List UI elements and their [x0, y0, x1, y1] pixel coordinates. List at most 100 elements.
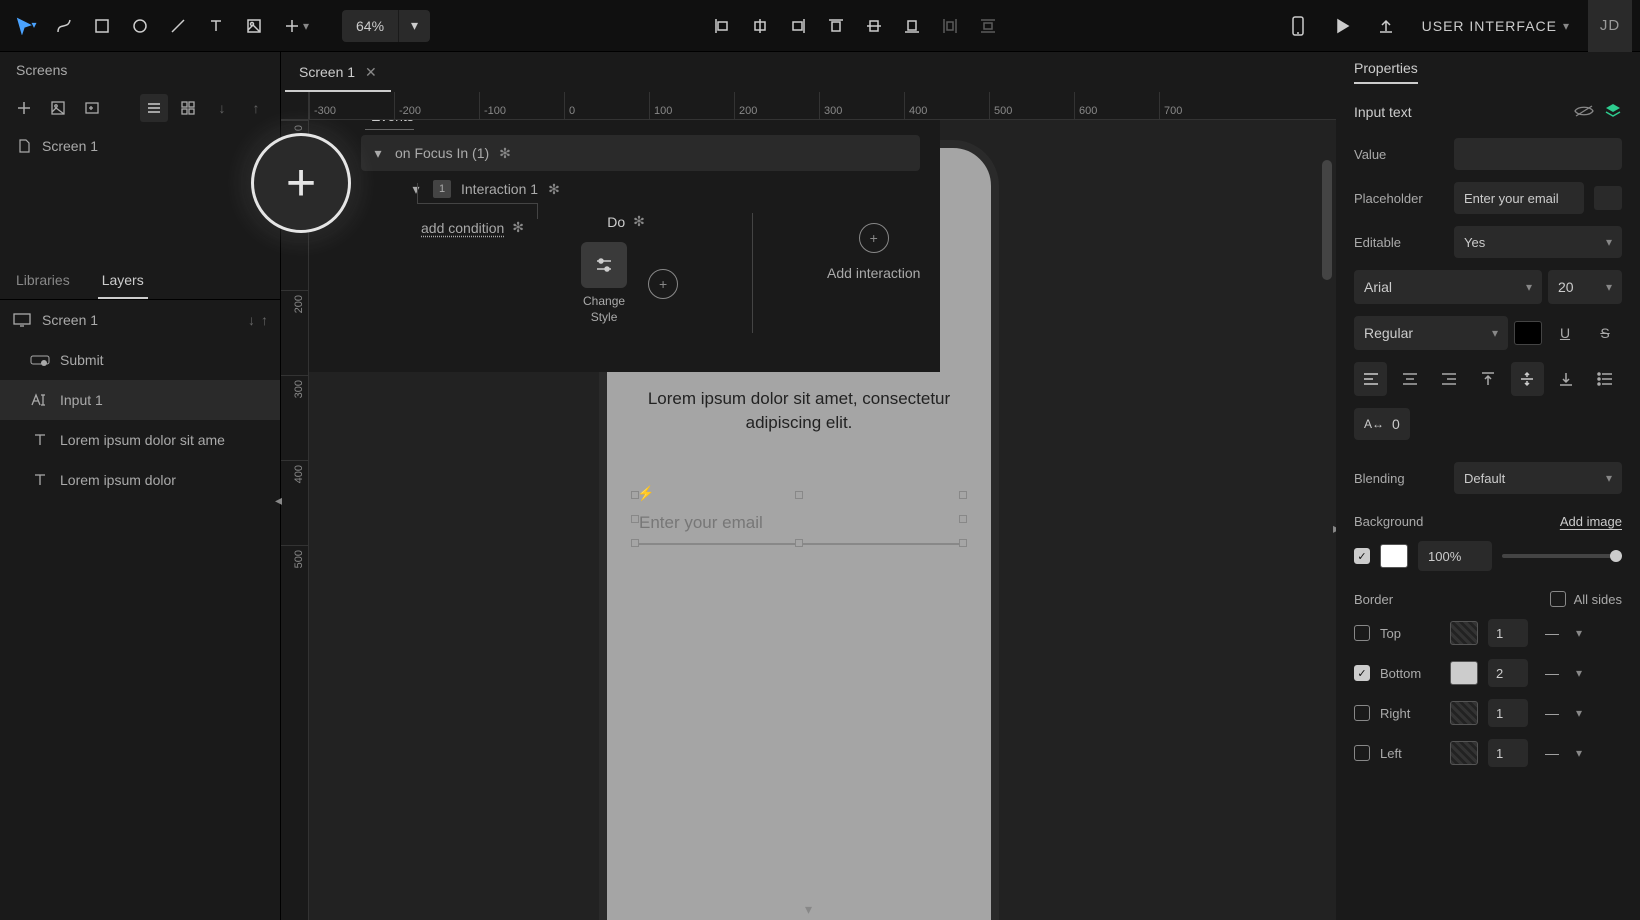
border-top-style[interactable]: —	[1538, 619, 1566, 647]
border-left-checkbox[interactable]	[1354, 745, 1370, 761]
rectangle-tool[interactable]	[84, 8, 120, 44]
align-right-icon[interactable]	[780, 8, 816, 44]
add-tool[interactable]: ▾	[274, 8, 318, 44]
text-align-right-icon[interactable]	[1432, 362, 1465, 396]
border-left-color[interactable]	[1450, 741, 1478, 765]
align-top-icon[interactable]	[818, 8, 854, 44]
border-bottom-checkbox[interactable]	[1354, 665, 1370, 681]
border-top-checkbox[interactable]	[1354, 625, 1370, 641]
editable-select[interactable]: Yes▾	[1454, 226, 1622, 258]
value-input[interactable]	[1454, 138, 1622, 170]
align-bottom-icon[interactable]	[894, 8, 930, 44]
close-tab-icon[interactable]: ✕	[365, 64, 377, 81]
border-left-width[interactable]: 1	[1488, 739, 1528, 767]
image-tool[interactable]	[236, 8, 272, 44]
add-folder-icon[interactable]	[78, 94, 106, 122]
properties-tab[interactable]: Properties	[1354, 60, 1418, 84]
mode-selector[interactable]: USER INTERFACE▾	[1412, 18, 1580, 34]
layers-icon[interactable]	[1604, 102, 1622, 123]
add-action-button[interactable]: +	[648, 269, 678, 299]
text-align-center-icon[interactable]	[1393, 362, 1426, 396]
align-vcenter-icon[interactable]	[856, 8, 892, 44]
layer-item-text1[interactable]: Lorem ipsum dolor sit ame	[0, 420, 280, 460]
add-image-screen-icon[interactable]	[44, 94, 72, 122]
blending-select[interactable]: Default▾	[1454, 462, 1622, 494]
visibility-icon[interactable]	[1574, 104, 1594, 121]
bg-color-swatch[interactable]	[1380, 544, 1408, 568]
sort-down-icon[interactable]: ↓	[208, 94, 236, 122]
valign-bottom-icon[interactable]	[1550, 362, 1583, 396]
file-tab[interactable]: Screen 1 ✕	[285, 52, 391, 92]
layer-item-submit[interactable]: Submit	[0, 340, 280, 380]
layer-item-input[interactable]: Input 1	[0, 380, 280, 420]
border-right-checkbox[interactable]	[1354, 705, 1370, 721]
libraries-tab[interactable]: Libraries	[0, 260, 86, 299]
distribute-v-icon[interactable]	[970, 8, 1006, 44]
collapse-left-icon[interactable]: ◂	[275, 492, 282, 509]
border-bottom-color[interactable]	[1450, 661, 1478, 685]
border-bottom-style[interactable]: —	[1538, 659, 1566, 687]
strikethrough-button[interactable]: S	[1588, 316, 1622, 350]
panel-expand-icon[interactable]: ▾	[805, 901, 812, 918]
border-bottom-width[interactable]: 2	[1488, 659, 1528, 687]
add-screen-icon[interactable]	[10, 94, 38, 122]
valign-middle-icon[interactable]	[1511, 362, 1544, 396]
border-left-style[interactable]: —	[1538, 739, 1566, 767]
valign-top-icon[interactable]	[1471, 362, 1504, 396]
underline-button[interactable]: U	[1548, 316, 1582, 350]
gear-icon[interactable]: ✻	[512, 219, 524, 236]
scrollbar[interactable]	[1322, 160, 1332, 280]
border-right-width[interactable]: 1	[1488, 699, 1528, 727]
zoom-dropdown[interactable]: ▾	[398, 10, 430, 42]
gear-icon[interactable]: ✻	[633, 213, 645, 230]
grid-view-icon[interactable]	[174, 94, 202, 122]
layer-item-text2[interactable]: Lorem ipsum dolor	[0, 460, 280, 500]
gear-icon[interactable]: ✻	[548, 181, 560, 198]
text-color-swatch[interactable]	[1514, 321, 1542, 345]
list-button[interactable]	[1589, 362, 1622, 396]
line-tool[interactable]	[160, 8, 196, 44]
bg-opacity-input[interactable]: 100%	[1418, 541, 1492, 571]
font-weight-select[interactable]: Regular▾	[1354, 316, 1508, 350]
placeholder-color-swatch[interactable]	[1594, 186, 1622, 210]
add-event-button[interactable]: +	[251, 133, 351, 233]
text-align-left-icon[interactable]	[1354, 362, 1387, 396]
user-avatar[interactable]: JD	[1588, 0, 1632, 52]
screen-item[interactable]: Screen 1	[0, 128, 280, 164]
font-family-select[interactable]: Arial▾	[1354, 270, 1542, 304]
add-interaction-button[interactable]: +	[859, 223, 889, 253]
add-condition[interactable]: add condition ✻	[421, 219, 524, 236]
zoom-control[interactable]: 64% ▾	[342, 10, 430, 42]
border-right-style[interactable]: —	[1538, 699, 1566, 727]
sort-up-icon[interactable]: ↑	[242, 94, 270, 122]
font-size-select[interactable]: 20▾	[1548, 270, 1622, 304]
letter-spacing-input[interactable]: A↔ 0	[1354, 408, 1410, 440]
border-right-color[interactable]	[1450, 701, 1478, 725]
bg-opacity-slider[interactable]	[1502, 554, 1622, 558]
ellipse-tool[interactable]	[122, 8, 158, 44]
canvas-paragraph[interactable]: Lorem ipsum dolor sit amet, consectetur …	[635, 387, 963, 435]
border-top-color[interactable]	[1450, 621, 1478, 645]
layer-root[interactable]: Screen 1 ↓↑	[0, 300, 280, 340]
collapse-right-icon[interactable]: ▸	[1333, 520, 1336, 537]
select-tool[interactable]: ▾	[8, 8, 44, 44]
distribute-h-icon[interactable]	[932, 8, 968, 44]
layer-up-icon[interactable]: ↑	[261, 312, 268, 328]
event-focus-in[interactable]: ▾ on Focus In (1) ✻	[361, 135, 920, 171]
align-hcenter-icon[interactable]	[742, 8, 778, 44]
device-preview-icon[interactable]	[1280, 8, 1316, 44]
list-view-icon[interactable]	[140, 94, 168, 122]
play-icon[interactable]	[1324, 8, 1360, 44]
change-style-action[interactable]	[581, 242, 627, 288]
path-tool[interactable]	[46, 8, 82, 44]
gear-icon[interactable]: ✻	[499, 145, 511, 162]
text-tool[interactable]	[198, 8, 234, 44]
border-top-width[interactable]: 1	[1488, 619, 1528, 647]
upload-icon[interactable]	[1368, 8, 1404, 44]
layer-down-icon[interactable]: ↓	[248, 312, 255, 328]
interaction-row[interactable]: ▾ 1 Interaction 1 ✻	[361, 171, 920, 207]
align-left-icon[interactable]	[704, 8, 740, 44]
layers-tab[interactable]: Layers	[86, 260, 160, 299]
bg-enabled-checkbox[interactable]	[1354, 548, 1370, 564]
canvas-input-field[interactable]: ⚡ Enter your email	[635, 495, 963, 545]
